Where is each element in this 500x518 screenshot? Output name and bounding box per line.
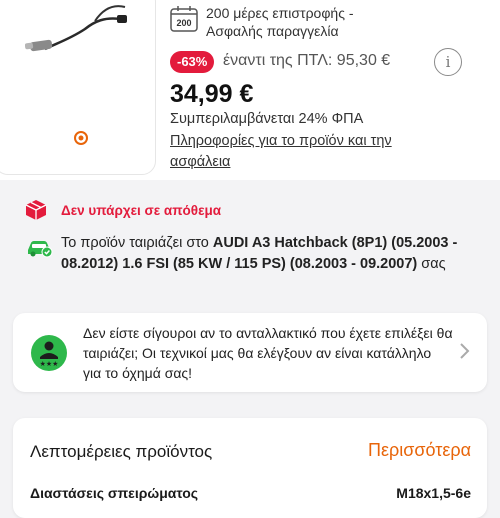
price-comparison: -63% έναντι της ΠΤΛ: 95,30 € i bbox=[170, 48, 490, 76]
spec-thread-size-value: M18x1,5-6e bbox=[396, 485, 471, 501]
return-line-2: Ασφαλής παραγγελία bbox=[206, 23, 339, 39]
calendar-icon: 200 bbox=[170, 6, 198, 32]
info-link-line-1[interactable]: Πληροφορίες για το προϊόν και την bbox=[170, 131, 460, 152]
fitment-text: Το προϊόν ταιριάζει στο AUDI A3 Hatchbac… bbox=[61, 233, 491, 275]
return-line-1: 200 μέρες επιστροφής - bbox=[206, 5, 354, 21]
product-details-card: Λεπτομέρειες προϊόντος Περισσότερα Διαστ… bbox=[13, 418, 487, 518]
stock-status-text: Δεν υπάρχει σε απόθεμα bbox=[61, 203, 222, 218]
return-policy: 200 200 μέρες επιστροφής - Ασφαλής παραγ… bbox=[170, 3, 490, 39]
product-summary: 200 200 μέρες επιστροφής - Ασφαλής παραγ… bbox=[0, 0, 500, 180]
product-image-card[interactable] bbox=[0, 0, 156, 175]
info-link-line-2[interactable]: ασφάλεια bbox=[170, 152, 460, 173]
spec-thread-size-label: Διαστάσεις σπειρώματος bbox=[30, 485, 199, 501]
fitment-suffix: σας bbox=[417, 256, 446, 272]
lambda-sensor-image bbox=[25, 5, 127, 52]
calendar-icon-label: 200 bbox=[176, 18, 191, 28]
expert-support-icon: ★★★ bbox=[31, 335, 67, 371]
product-safety-info-link[interactable]: Πληροφορίες για το προϊόν και την ασφάλε… bbox=[170, 131, 460, 173]
view-360-icon[interactable] bbox=[73, 130, 89, 146]
fitment-check-text: Δεν είστε σίγουροι αν το ανταλλακτικό πο… bbox=[83, 325, 453, 381]
fitment-prefix: Το προϊόν ταιριάζει στο bbox=[61, 235, 213, 251]
discount-badge: -63% bbox=[170, 51, 215, 73]
rrp-price: έναντι της ΠΤΛ: 95,30 € bbox=[223, 52, 391, 69]
product-details-title: Λεπτομέρειες προϊόντος bbox=[30, 442, 213, 461]
car-check-icon bbox=[28, 241, 53, 258]
chevron-right-icon[interactable] bbox=[457, 341, 471, 361]
product-price: 34,99 € bbox=[170, 80, 254, 108]
fitment-check-card[interactable]: ★★★ Δεν είστε σίγουροι αν το ανταλλακτικ… bbox=[13, 313, 487, 392]
vat-note: Συμπεριλαμβάνεται 24% ΦΠΑ bbox=[170, 111, 364, 127]
info-icon[interactable]: i bbox=[434, 48, 462, 76]
svg-text:★★★: ★★★ bbox=[40, 360, 59, 368]
box-icon bbox=[25, 200, 47, 220]
more-details-link[interactable]: Περισσότερα bbox=[368, 440, 471, 461]
